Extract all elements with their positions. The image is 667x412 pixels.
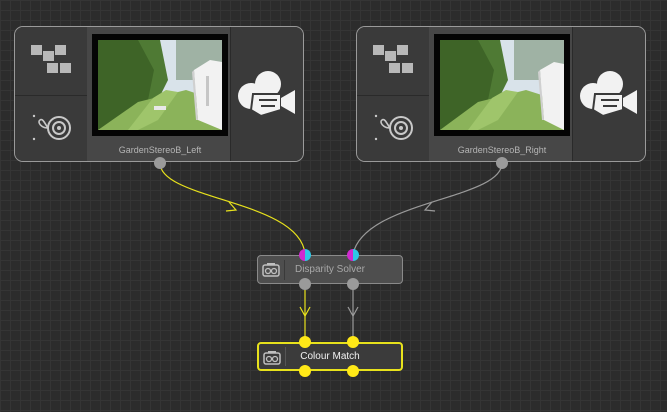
movie-camera-icon: [238, 71, 295, 118]
node-label: Disparity Solver: [294, 264, 366, 275]
node-left-panel: [357, 27, 430, 161]
source-node-right[interactable]: GardenStereoB_Right: [356, 26, 646, 162]
panel-divider: [15, 95, 87, 96]
disparity-solver-node[interactable]: Disparity Solver: [257, 255, 403, 284]
node-right-panel: [572, 27, 645, 161]
panel-divider: [357, 95, 429, 96]
output-port-a[interactable]: [299, 365, 311, 377]
output-port-b[interactable]: [347, 278, 359, 290]
layers-icon: [31, 45, 71, 73]
input-port-left-view[interactable]: [299, 249, 311, 261]
node-right-panel: [230, 27, 303, 161]
garden-image: [98, 40, 222, 130]
output-port-a[interactable]: [299, 278, 311, 290]
wire-arrow-down-b: [347, 306, 359, 318]
wire-arrow-left: [225, 201, 238, 212]
output-port-left[interactable]: [154, 157, 166, 169]
output-port-b[interactable]: [347, 365, 359, 377]
source-node-left[interactable]: GardenStereoB_Left: [14, 26, 304, 162]
input-port-right-view[interactable]: [347, 249, 359, 261]
source-node-label: GardenStereoB_Left: [118, 145, 202, 155]
output-port-right[interactable]: [496, 157, 508, 169]
node-left-panel: [15, 27, 88, 161]
node-thumbnail-panel: GardenStereoB_Right: [429, 27, 575, 161]
input-port-a[interactable]: [299, 336, 311, 348]
input-port-b[interactable]: [347, 336, 359, 348]
movie-camera-icon: [580, 71, 637, 118]
wire-arrow-right: [423, 201, 436, 212]
lens-toggle-icon[interactable]: [31, 113, 73, 143]
garden-image: [440, 40, 564, 130]
node-graph-canvas[interactable]: GardenStereoB_Left GardenStereoB_Right D…: [0, 0, 667, 412]
garden-thumbnail-left: [92, 34, 228, 136]
colour-match-node[interactable]: Colour Match: [257, 342, 403, 371]
wire-left-to-disparity: [159, 162, 306, 255]
node-label: Colour Match: [300, 351, 360, 362]
layers-icon: [373, 45, 413, 73]
lens-toggle-icon[interactable]: [373, 113, 415, 143]
wire-right-to-disparity: [352, 162, 503, 255]
source-node-label: GardenStereoB_Right: [457, 145, 547, 155]
garden-thumbnail-right: [434, 34, 570, 136]
node-thumbnail-panel: GardenStereoB_Left: [87, 27, 233, 161]
wire-arrow-down-a: [299, 306, 311, 318]
